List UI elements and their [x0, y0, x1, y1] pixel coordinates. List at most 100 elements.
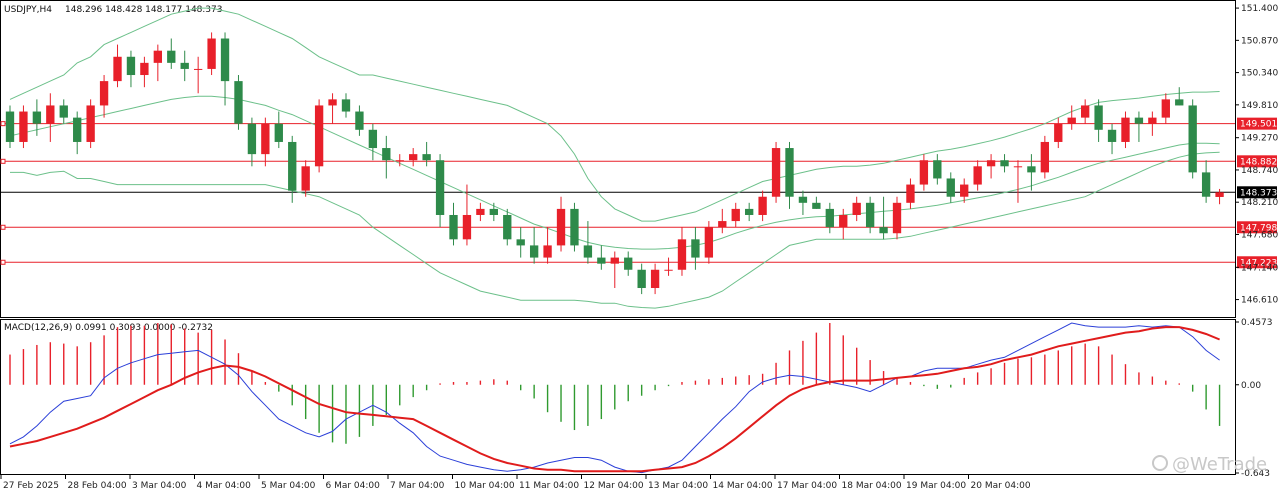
candle-body — [677, 239, 687, 270]
candle-body — [1094, 105, 1103, 130]
time-tick-label: 17 Mar 04:00 — [777, 481, 837, 491]
watermark: @WeTrade — [1152, 454, 1267, 475]
candle-body — [476, 208, 485, 215]
time-tick-label: 19 Mar 04:00 — [906, 481, 966, 491]
candle-body — [462, 214, 472, 240]
candle-body — [395, 160, 404, 162]
candle-body — [126, 56, 136, 76]
candle-body — [691, 239, 700, 258]
price-tick-label: 146.610 — [1241, 296, 1278, 306]
macd-tick-label: 0.4573 — [1241, 318, 1273, 328]
candle-body — [529, 245, 539, 258]
candle-body — [1121, 117, 1130, 142]
time-tick-label: 18 Mar 04:00 — [842, 481, 902, 491]
candle-body — [758, 196, 767, 215]
level-marker — [0, 224, 6, 230]
candle-body — [207, 38, 216, 69]
candle-body — [839, 214, 848, 228]
band-middle-line — [9, 95, 1220, 250]
time-tick-label: 20 Mar 04:00 — [971, 481, 1031, 491]
time-tick-label: 13 Mar 04:00 — [648, 481, 708, 491]
level-tag-label: 149.501 — [1240, 120, 1277, 130]
candles — [5, 32, 1224, 295]
candle-body — [933, 160, 942, 179]
candle-body — [355, 111, 364, 130]
candle-body — [140, 62, 149, 76]
time-tick-label: 14 Mar 04:00 — [713, 481, 773, 491]
macd-indicator — [9, 322, 1221, 474]
candle-body — [489, 208, 498, 215]
candle-body — [422, 154, 431, 161]
watermark-text: @WeTrade — [1172, 454, 1267, 475]
time-tick-label: 6 Mar 04:00 — [326, 481, 381, 491]
level-marker — [0, 158, 6, 164]
time-tick-label: 7 Mar 04:00 — [390, 481, 445, 491]
candle-body — [1161, 99, 1170, 118]
candle-body — [624, 257, 633, 270]
candle-body — [234, 81, 243, 124]
candle-body — [637, 269, 646, 289]
candle-body — [503, 214, 512, 240]
candle-body — [46, 105, 55, 124]
candle-body — [409, 154, 418, 161]
candle-body — [274, 123, 283, 142]
time-tick-label: 12 Mar 04:00 — [584, 481, 644, 491]
candle-body — [1148, 117, 1157, 124]
band-upper-line — [9, 7, 1220, 222]
candle-body — [449, 214, 458, 240]
price-tick-label: 151.400 — [1241, 4, 1278, 14]
candle-body — [771, 148, 781, 197]
candle-body — [301, 166, 310, 191]
macd-panel-frame — [0, 319, 1236, 475]
candle-body — [556, 208, 566, 246]
level-lines: 149.501148.882147.798147.223148.373 — [0, 117, 1277, 269]
ohlc-label: 148.296 148.428 148.177 148.373 — [65, 5, 222, 15]
candle-body — [1134, 117, 1144, 124]
candle-body — [825, 208, 834, 228]
candle-body — [180, 62, 189, 69]
candle-body — [1027, 166, 1036, 173]
candle-body — [19, 111, 28, 142]
time-tick-label: 27 Feb 2025 — [3, 481, 59, 491]
candle-body — [32, 111, 42, 124]
candle-body — [718, 221, 727, 228]
candle-body — [1067, 117, 1076, 124]
candle-body — [906, 184, 915, 203]
candle-body — [745, 208, 754, 215]
candle-body — [610, 257, 619, 264]
candle-body — [368, 129, 378, 149]
price-tick-label: 147.140 — [1241, 263, 1278, 273]
price-tick-label: 150.340 — [1241, 69, 1278, 79]
candle-body — [879, 227, 888, 234]
candle-body — [583, 245, 593, 258]
candle-body — [341, 99, 351, 112]
candle-body — [1054, 123, 1063, 142]
candle-body — [650, 269, 660, 289]
candle-body — [516, 239, 525, 246]
candle-body — [946, 178, 955, 197]
candle-body — [1107, 129, 1117, 142]
candle-body — [261, 123, 270, 155]
candle-body — [1040, 141, 1050, 173]
candle-body — [247, 123, 257, 155]
candle-body — [798, 196, 808, 203]
candle-body — [960, 184, 969, 197]
time-tick-label: 3 Mar 04:00 — [132, 481, 187, 491]
current-price-label: 148.373 — [1240, 188, 1277, 198]
time-tick-label: 11 Mar 04:00 — [519, 481, 579, 491]
watermark-logo-icon — [1152, 455, 1168, 471]
candle-body — [86, 105, 95, 142]
time-tick-label: 4 Mar 04:00 — [197, 481, 252, 491]
macd-tick-label: 0.00 — [1241, 381, 1261, 391]
price-tick-label: 148.740 — [1241, 166, 1278, 176]
time-axis: 27 Feb 2025 28 Feb 04:00 3 Mar 04:00 4 Mar … — [0, 475, 1031, 491]
candle-body — [1080, 105, 1090, 118]
macd-label: MACD(12,26,9) 0.0991 0.3093 0.0000 -0.27… — [4, 323, 213, 333]
time-tick-label: 5 Mar 04:00 — [261, 481, 316, 491]
time-tick-label: 10 Mar 04:00 — [455, 481, 515, 491]
level-marker — [0, 259, 6, 265]
time-tick-label: 28 Feb 04:00 — [68, 481, 127, 491]
candle-body — [382, 148, 391, 161]
candle-body — [852, 202, 861, 215]
chart-root: USDJPY,H4 148.296 148.428 148.177 148.37… — [0, 0, 1280, 493]
